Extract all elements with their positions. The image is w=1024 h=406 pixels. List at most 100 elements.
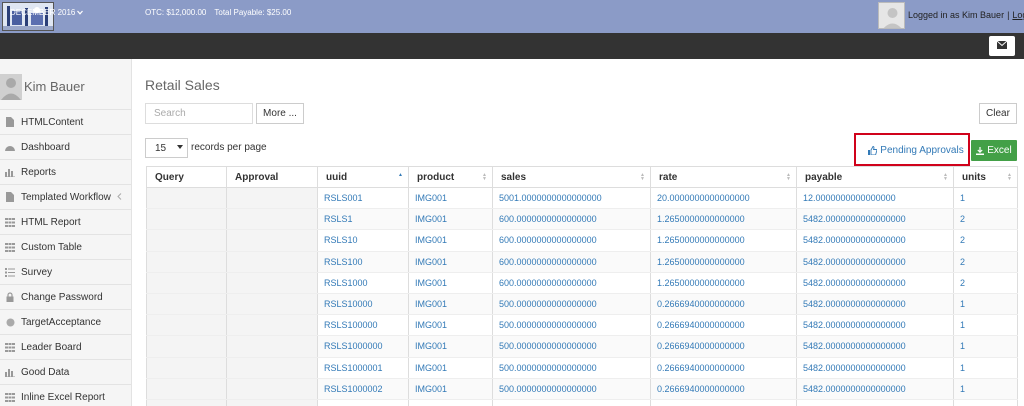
messages-button[interactable]: [989, 36, 1015, 56]
user-avatar[interactable]: [878, 2, 905, 29]
cell-product[interactable]: [408, 399, 493, 406]
cell-uuid[interactable]: RSLS001: [317, 187, 409, 210]
sidebar-item-label: Templated Workflow: [21, 191, 111, 203]
cell-payable: [796, 399, 954, 406]
table-row[interactable]: RSLS10 IMG001 600.0000000000000000 1.265000…: [146, 229, 1018, 252]
cell-units: 1: [953, 187, 1018, 210]
cell-uuid[interactable]: RSLS1: [317, 208, 409, 231]
sidebar-item-survey[interactable]: Survey: [0, 259, 132, 284]
sidebar-item-templated-workflow[interactable]: Templated Workflow: [0, 184, 132, 209]
clear-button[interactable]: Clear: [979, 103, 1017, 124]
cell-query: [146, 251, 227, 273]
sidebar-item-reports[interactable]: Reports: [0, 159, 132, 184]
grid-icon: [5, 242, 15, 252]
pending-approvals-button[interactable]: Pending Approvals: [866, 140, 966, 161]
grid-icon: [5, 392, 15, 402]
cell-sales: 500.0000000000000000: [492, 378, 651, 400]
logged-in-text: Logged in as Kim Bauer: [908, 10, 1005, 20]
sidebar-item-leader-board[interactable]: Leader Board: [0, 334, 132, 359]
retail-sales-table: Query Approval uuid ▲ product ▲ ▼ sales ▲ ▼ r…: [146, 166, 1018, 406]
sort-icon: ▲ ▼: [786, 172, 791, 182]
bar-chart-icon: [5, 167, 15, 177]
table-row[interactable]: RSLS1000002 IMG001 500.0000000000000000 0.2…: [146, 378, 1018, 400]
avatar: [0, 74, 22, 100]
cell-query: [146, 293, 227, 316]
cell-product[interactable]: IMG001: [408, 272, 493, 294]
cell-query: [146, 314, 227, 337]
cell-uuid[interactable]: RSLS1000000: [317, 335, 409, 358]
table-row[interactable]: RSLS1000 IMG001 600.0000000000000000 1.2650…: [146, 272, 1018, 294]
sidebar-item-custom-table[interactable]: Custom Table: [0, 234, 132, 259]
cell-product[interactable]: IMG001: [408, 378, 493, 400]
cell-product[interactable]: IMG001: [408, 187, 493, 210]
table-row[interactable]: RSLS1 IMG001 600.0000000000000000 1.2650000…: [146, 208, 1018, 231]
sort-icon: ▲ ▼: [640, 172, 645, 182]
column-header-payable[interactable]: payable ▲ ▼: [796, 166, 954, 188]
sidebar-item-targetacceptance[interactable]: TargetAcceptance: [0, 309, 132, 334]
cell-payable: 5482.0000000000000000: [796, 357, 954, 379]
cell-product[interactable]: IMG001: [408, 208, 493, 231]
column-header-units[interactable]: units ▲ ▼: [953, 166, 1018, 188]
cell-product[interactable]: IMG001: [408, 357, 493, 379]
page-title: Retail Sales: [145, 77, 220, 93]
column-header-rate[interactable]: rate ▲ ▼: [650, 166, 797, 188]
column-header-uuid[interactable]: uuid ▲: [317, 166, 409, 188]
cell-uuid[interactable]: RSLS10000: [317, 293, 409, 316]
table-row[interactable]: RSLS1000000 IMG001 500.0000000000000000 0.2…: [146, 335, 1018, 358]
table-row[interactable]: RSLS001 IMG001 5001.0000000000000000 20.000…: [146, 187, 1018, 210]
column-header-sales[interactable]: sales ▲ ▼: [492, 166, 651, 188]
cell-uuid[interactable]: RSLS100: [317, 251, 409, 273]
column-header-query[interactable]: Query: [146, 166, 227, 188]
period-label: DECEMBER 2016: [10, 8, 76, 17]
cell-sales: 500.0000000000000000: [492, 293, 651, 316]
sort-icon: ▲ ▼: [1007, 172, 1012, 182]
sidebar-item-label: Dashboard: [21, 141, 70, 153]
bar-chart-icon: [5, 367, 15, 377]
sidebar-item-change-password[interactable]: Change Password: [0, 284, 132, 309]
sidebar-item-label: Change Password: [21, 291, 103, 303]
cell-units: 2: [953, 208, 1018, 231]
table-row[interactable]: RSLS10000 IMG001 500.0000000000000000 0.266…: [146, 293, 1018, 316]
cell-sales: 600.0000000000000000: [492, 229, 651, 252]
cell-product[interactable]: IMG001: [408, 293, 493, 316]
cell-query: [146, 208, 227, 231]
cell-units: 1: [953, 314, 1018, 337]
sidebar-item-html-report[interactable]: HTML Report: [0, 209, 132, 234]
cell-payable: 5482.0000000000000000: [796, 229, 954, 252]
table-row[interactable]: RSLS1000001 IMG001 500.0000000000000000 0.2…: [146, 357, 1018, 379]
sidebar-item-dashboard[interactable]: Dashboard: [0, 134, 132, 159]
cell-uuid[interactable]: RSLS10: [317, 229, 409, 252]
table-row[interactable]: [146, 399, 1018, 406]
sidebar-item-good-data[interactable]: Good Data: [0, 359, 132, 384]
cell-units: 2: [953, 272, 1018, 294]
page-size-select[interactable]: 15: [145, 138, 188, 158]
cell-uuid[interactable]: RSLS1000001: [317, 357, 409, 379]
cell-uuid[interactable]: RSLS100000: [317, 314, 409, 337]
cell-uuid[interactable]: RSLS1000002: [317, 378, 409, 400]
cell-product[interactable]: IMG001: [408, 229, 493, 252]
sidebar-item-inline-excel-report[interactable]: Inline Excel Report: [0, 384, 132, 406]
cell-uuid[interactable]: RSLS1000: [317, 272, 409, 294]
sidebar: Kim Bauer HTMLContent Dashboard Reports …: [0, 59, 132, 406]
envelope-icon: [996, 40, 1008, 52]
file-icon: [5, 117, 15, 127]
logout-link[interactable]: Logout: [1012, 10, 1024, 20]
excel-export-button[interactable]: Excel: [971, 140, 1017, 161]
period-dropdown[interactable]: DECEMBER 2016: [10, 8, 84, 17]
column-header-label: payable: [805, 171, 843, 183]
cell-product[interactable]: IMG001: [408, 251, 493, 273]
column-header-product[interactable]: product ▲ ▼: [408, 166, 493, 188]
table-row[interactable]: RSLS100 IMG001 600.0000000000000000 1.26500…: [146, 251, 1018, 273]
sidebar-item-htmlcontent[interactable]: HTMLContent: [0, 109, 132, 134]
cell-rate: 0.2666940000000000: [650, 335, 797, 358]
cell-uuid[interactable]: [317, 399, 409, 406]
thumbs-up-icon: [868, 146, 878, 155]
cell-product[interactable]: IMG001: [408, 314, 493, 337]
cell-product[interactable]: IMG001: [408, 335, 493, 358]
search-input[interactable]: [145, 103, 253, 124]
more-button[interactable]: More ...: [256, 103, 304, 124]
table-row[interactable]: RSLS100000 IMG001 500.0000000000000000 0.26…: [146, 314, 1018, 337]
column-header-approval[interactable]: Approval: [226, 166, 318, 188]
column-header-label: sales: [501, 171, 527, 183]
sidebar-user-name: Kim Bauer: [24, 79, 85, 94]
